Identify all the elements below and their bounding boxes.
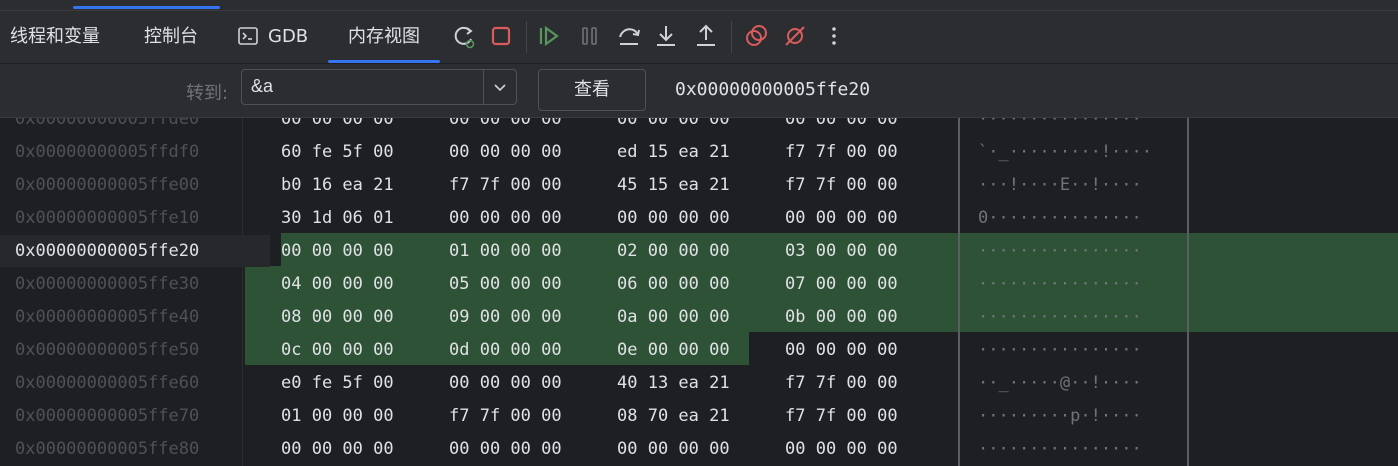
goto-label: 转到: (186, 83, 229, 104)
memory-row-address: 0x00000000005ffde0 (15, 118, 200, 129)
step-over-icon[interactable] (615, 22, 643, 50)
memory-byte-group[interactable]: 09 00 00 00 (449, 307, 562, 327)
stop-icon[interactable] (487, 22, 515, 50)
memory-byte-group[interactable]: 00 00 00 00 (617, 439, 730, 459)
memory-byte-group[interactable]: 30 1d 06 01 (281, 208, 394, 228)
tab-console[interactable]: 控制台 (144, 11, 198, 63)
memory-byte-group[interactable]: 00 00 00 00 (617, 118, 730, 129)
debug-tab-bar: 线程和变量 控制台 GDB 内存视图 (0, 11, 1398, 64)
memory-byte-group[interactable]: 0d 00 00 00 (449, 340, 562, 360)
memory-row-address: 0x00000000005ffe00 (15, 175, 200, 195)
memory-byte-group[interactable]: 03 00 00 00 (785, 241, 898, 261)
memory-byte-group[interactable]: f7 7f 00 00 (785, 175, 898, 195)
memory-byte-group[interactable]: 60 fe 5f 00 (281, 142, 394, 162)
step-into-icon[interactable] (652, 22, 680, 50)
memory-ascii[interactable]: ················ (978, 118, 1142, 129)
memory-ascii[interactable]: 0··············· (978, 208, 1142, 228)
memory-byte-group[interactable]: 02 00 00 00 (617, 241, 730, 261)
memory-view[interactable]: 0x00000000005ffde0 00 00 00 00 00 00 00 00… (0, 118, 1398, 466)
memory-byte-group[interactable]: e0 fe 5f 00 (281, 373, 394, 393)
memory-byte-group[interactable]: 00 00 00 00 (785, 208, 898, 228)
ascii-separator-left (958, 118, 960, 466)
memory-byte-group[interactable]: f7 7f 00 00 (785, 142, 898, 162)
toolbar-separator (526, 21, 527, 53)
memory-ascii[interactable]: ················ (978, 241, 1142, 261)
memory-byte-group[interactable]: 01 00 00 00 (281, 406, 394, 426)
memory-ascii[interactable]: ···!····E··!···· (978, 175, 1142, 195)
memory-byte-group[interactable]: 00 00 00 00 (281, 241, 394, 261)
memory-byte-group[interactable]: 01 00 00 00 (449, 241, 562, 261)
tab-gdb[interactable]: GDB (268, 11, 308, 63)
memory-row-address: 0x00000000005ffe70 (15, 406, 200, 426)
memory-byte-group[interactable]: 0e 00 00 00 (617, 340, 730, 360)
memory-row-address: 0x00000000005ffe30 (15, 274, 200, 294)
memory-ascii[interactable]: ·········p·!···· (978, 406, 1142, 426)
memory-byte-group[interactable]: 00 00 00 00 (785, 340, 898, 360)
memory-byte-group[interactable]: 05 00 00 00 (449, 274, 562, 294)
memory-row-address: 0x00000000005ffe40 (15, 307, 200, 327)
memory-row-address: 0x00000000005ffe80 (15, 439, 200, 459)
memory-byte-group[interactable]: 08 70 ea 21 (617, 406, 730, 426)
more-icon[interactable] (820, 22, 848, 50)
memory-ascii[interactable]: ················ (978, 340, 1142, 360)
memory-byte-group[interactable]: 00 00 00 00 (281, 118, 394, 129)
memory-byte-group[interactable]: 00 00 00 00 (449, 118, 562, 129)
memory-row-address: 0x00000000005ffe10 (15, 208, 200, 228)
current-address: 0x00000000005ffe20 (675, 79, 871, 100)
top-strip (0, 0, 1398, 11)
dropdown-button[interactable] (483, 70, 516, 104)
memory-byte-group[interactable]: 0c 00 00 00 (281, 340, 394, 360)
memory-row-address: 0x00000000005ffe50 (15, 340, 200, 360)
memory-byte-group[interactable]: 00 00 00 00 (449, 439, 562, 459)
memory-byte-group[interactable]: 0b 00 00 00 (785, 307, 898, 327)
memory-row-address: 0x00000000005ffdf0 (15, 142, 200, 162)
memory-byte-group[interactable]: b0 16 ea 21 (281, 175, 394, 195)
memory-byte-group[interactable]: 04 00 00 00 (281, 274, 394, 294)
memory-byte-group[interactable]: 00 00 00 00 (449, 373, 562, 393)
memory-byte-group[interactable]: 00 00 00 00 (281, 439, 394, 459)
memory-byte-group[interactable]: 00 00 00 00 (617, 208, 730, 228)
terminal-icon (238, 27, 258, 45)
memory-byte-group[interactable]: 00 00 00 00 (449, 208, 562, 228)
memory-row-address: 0x00000000005ffe20 (15, 241, 200, 261)
memory-byte-group[interactable]: 40 13 ea 21 (617, 373, 730, 393)
memory-byte-group[interactable]: f7 7f 00 00 (449, 406, 562, 426)
memory-byte-group[interactable]: f7 7f 00 00 (785, 406, 898, 426)
mute-breakpoints-icon[interactable] (781, 22, 809, 50)
selected-tab-indicator (73, 6, 220, 9)
memory-ascii[interactable]: ················ (978, 274, 1142, 294)
memory-ascii[interactable]: ··_·····@··!···· (978, 373, 1142, 393)
memory-row-address: 0x00000000005ffe60 (15, 373, 200, 393)
goto-bar: 转到: &a 查看 0x00000000005ffe20 (0, 64, 1398, 118)
memory-ascii[interactable]: ················ (978, 439, 1142, 459)
memory-byte-group[interactable]: 00 00 00 00 (785, 439, 898, 459)
memory-byte-group[interactable]: 00 00 00 00 (449, 142, 562, 162)
view-breakpoints-icon[interactable] (742, 22, 770, 50)
step-out-icon[interactable] (692, 22, 720, 50)
memory-byte-group[interactable]: 0a 00 00 00 (617, 307, 730, 327)
memory-ascii[interactable]: `·_·········!···· (978, 142, 1152, 162)
memory-byte-group[interactable]: f7 7f 00 00 (449, 175, 562, 195)
memory-byte-group[interactable]: 08 00 00 00 (281, 307, 394, 327)
tab-memory-view[interactable]: 内存视图 (328, 11, 440, 63)
chevron-down-icon (494, 84, 506, 92)
memory-byte-group[interactable]: ed 15 ea 21 (617, 142, 730, 162)
goto-address-input[interactable]: &a (251, 76, 273, 97)
memory-byte-group[interactable]: f7 7f 00 00 (785, 373, 898, 393)
memory-byte-group[interactable]: 00 00 00 00 (785, 118, 898, 129)
memory-ascii[interactable]: ················ (978, 307, 1142, 327)
memory-byte-group[interactable]: 07 00 00 00 (785, 274, 898, 294)
toolbar-separator (731, 21, 732, 53)
pause-icon[interactable] (576, 22, 604, 50)
memory-byte-group[interactable]: 06 00 00 00 (617, 274, 730, 294)
tab-threads-variables[interactable]: 线程和变量 (10, 11, 100, 63)
view-button[interactable]: 查看 (538, 69, 646, 111)
goto-address-combobox[interactable]: &a (241, 69, 517, 105)
resume-icon[interactable] (535, 22, 563, 50)
ascii-separator-right (1187, 118, 1189, 466)
rerun-debug-icon[interactable] (450, 22, 478, 50)
memory-byte-group[interactable]: 45 15 ea 21 (617, 175, 730, 195)
